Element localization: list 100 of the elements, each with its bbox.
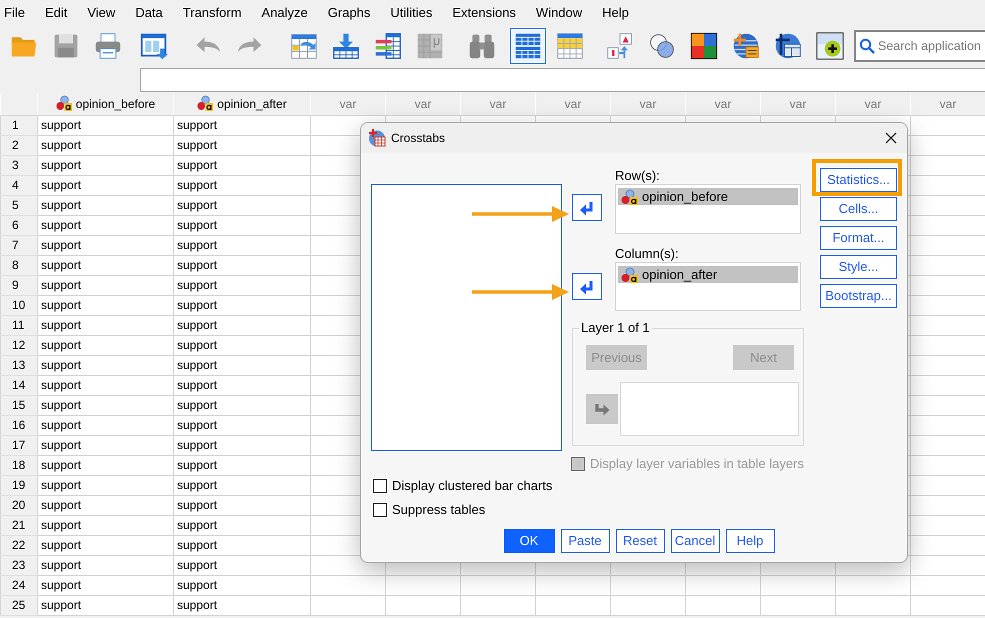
column-header[interactable]: var: [686, 94, 760, 115]
row-number: 21: [0, 515, 38, 535]
column-header[interactable]: var: [610, 94, 686, 115]
dialog-button[interactable]: Reset: [616, 529, 664, 553]
checkbox-label: Display clustered bar charts: [392, 478, 552, 494]
table-cell: support: [38, 295, 174, 315]
table-cell: support: [174, 375, 310, 395]
menu-item[interactable]: Data: [135, 0, 163, 26]
column-header[interactable]: var: [910, 94, 985, 115]
dialog-button[interactable]: Cancel: [670, 529, 720, 553]
row-number: 23: [0, 555, 38, 575]
table-cell: support: [38, 515, 174, 535]
variable-list[interactable]: opinion_before: [615, 184, 801, 234]
dialog-button[interactable]: Help: [726, 529, 774, 553]
column-header[interactable]: var: [760, 94, 836, 115]
row-number: 16: [0, 415, 38, 435]
bent-arrow-icon: [579, 200, 595, 216]
source-variable-list[interactable]: [371, 184, 562, 451]
table-cell: support: [174, 335, 310, 355]
column-header[interactable]: var: [386, 94, 460, 115]
move-button[interactable]: [572, 194, 602, 221]
row-number: 22: [0, 535, 38, 555]
move-button[interactable]: [572, 273, 602, 300]
table-cell: support: [38, 435, 174, 455]
nominal-variable-icon: [56, 95, 73, 112]
dialog-button[interactable]: Statistics...: [820, 168, 897, 192]
row-number: 18: [0, 455, 38, 475]
bent-arrow-icon: [594, 401, 610, 417]
row-number: 13: [0, 355, 38, 375]
menu-item[interactable]: Help: [602, 0, 629, 26]
table-cell: support: [174, 315, 310, 335]
row-number: 25: [0, 595, 38, 615]
dialog-button[interactable]: Cells...: [820, 197, 897, 221]
nominal-variable-icon: [621, 266, 639, 282]
dialog-button[interactable]: OK: [504, 529, 554, 553]
column-header[interactable]: var: [836, 94, 910, 115]
row-number: 7: [0, 235, 38, 255]
table-cell: support: [38, 575, 174, 595]
menu-item[interactable]: Graphs: [328, 0, 370, 26]
menu-item[interactable]: Window: [536, 0, 582, 26]
table-cell: support: [38, 535, 174, 555]
table-cell: support: [174, 115, 310, 135]
menu-item[interactable]: Analyze: [262, 0, 308, 26]
table-cell: support: [174, 435, 310, 455]
table-cell: support: [174, 355, 310, 375]
checkbox-label: Display layer variables in table layers: [590, 456, 804, 472]
menu-item[interactable]: File: [4, 0, 25, 26]
column-header[interactable]: var: [460, 94, 536, 115]
cell-editor-field[interactable]: [140, 68, 985, 92]
checkbox[interactable]: [373, 503, 387, 517]
table-cell: support: [38, 195, 174, 215]
table-cell: support: [38, 335, 174, 355]
dialog-button[interactable]: Paste: [560, 529, 610, 553]
table-cell: support: [38, 455, 174, 475]
row-number: 17: [0, 435, 38, 455]
menu-item[interactable]: Transform: [182, 0, 242, 26]
column-header[interactable]: opinion_after: [174, 94, 310, 115]
row-number: 20: [0, 495, 38, 515]
table-cell: support: [38, 395, 174, 415]
table-cell: support: [38, 355, 174, 375]
list-item[interactable]: opinion_after: [618, 266, 798, 283]
menu-item[interactable]: Utilities: [390, 0, 432, 26]
row-number: 3: [0, 155, 38, 175]
row-number: 9: [0, 275, 38, 295]
table-cell: support: [174, 555, 310, 575]
row-number: 19: [0, 475, 38, 495]
table-cell: support: [38, 235, 174, 255]
menu-item[interactable]: Edit: [44, 0, 68, 26]
table-cell: support: [38, 595, 174, 615]
checkbox-label: Suppress tables: [392, 502, 486, 518]
table-cell: support: [38, 255, 174, 275]
column-header[interactable]: var: [310, 94, 386, 115]
table-cell: support: [38, 175, 174, 195]
menu-item[interactable]: View: [87, 0, 116, 26]
checkbox[interactable]: [373, 479, 387, 493]
menu-item[interactable]: Extensions: [452, 0, 516, 26]
row-number: 14: [0, 375, 38, 395]
field-label: Row(s):: [615, 168, 661, 184]
table-cell: support: [174, 475, 310, 495]
list-item[interactable]: opinion_before: [618, 188, 798, 205]
row-number: 5: [0, 195, 38, 215]
column-header[interactable]: opinion_before: [38, 94, 174, 115]
dialog-button[interactable]: Style...: [820, 255, 897, 279]
dialog-button[interactable]: Bootstrap...: [820, 284, 897, 308]
row-number: 24: [0, 575, 38, 595]
nominal-variable-icon: [621, 188, 639, 204]
close-button[interactable]: [883, 130, 899, 146]
bent-arrow-icon: [579, 278, 595, 294]
search-field[interactable]: Search application: [854, 30, 985, 62]
table-cell: support: [174, 175, 310, 195]
dialog-button[interactable]: Format...: [820, 226, 897, 250]
table-cell: support: [38, 415, 174, 435]
variable-list[interactable]: opinion_after: [615, 262, 801, 311]
table-cell: support: [174, 255, 310, 275]
row-number: 6: [0, 215, 38, 235]
row-number: 2: [0, 135, 38, 155]
table-cell: support: [174, 135, 310, 155]
crosstabs-icon: [368, 129, 386, 147]
table-cell: support: [174, 455, 310, 475]
column-header[interactable]: var: [536, 94, 610, 115]
